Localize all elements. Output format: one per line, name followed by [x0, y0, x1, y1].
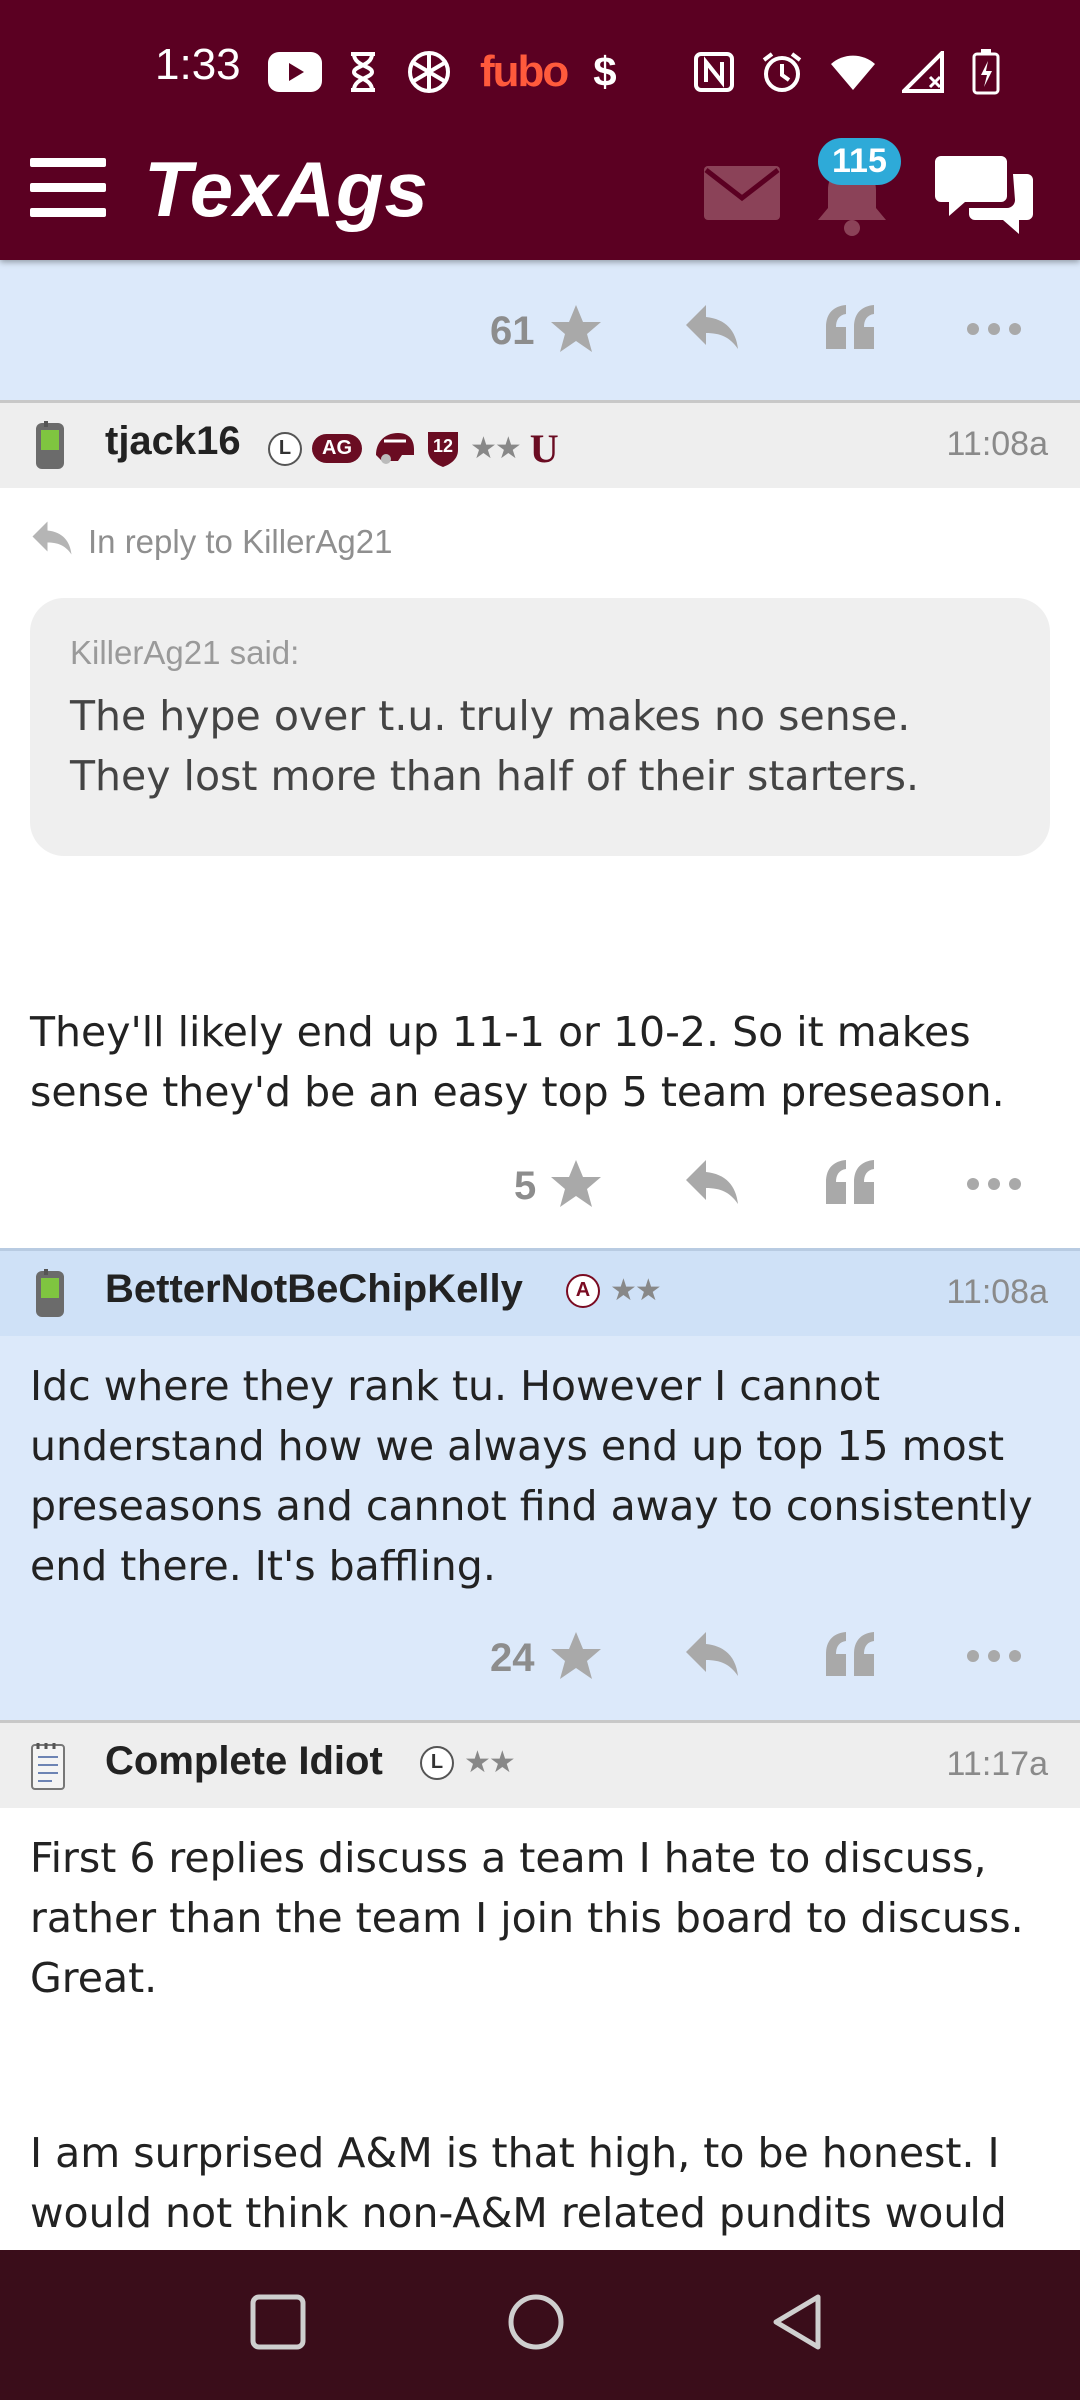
helmet-icon: [372, 429, 416, 469]
hourglass-icon: [348, 44, 378, 100]
rank-stars: ★★: [470, 431, 522, 466]
openai-icon: [404, 44, 454, 100]
star-icon[interactable]: [550, 1630, 602, 1686]
post-actions: 24: [0, 1622, 1080, 1702]
more-icon[interactable]: [966, 1648, 1022, 1667]
star-count: 5: [514, 1164, 537, 1208]
texags-logo[interactable]: TexAgs: [144, 144, 429, 235]
username[interactable]: tjack16: [105, 419, 241, 464]
more-icon[interactable]: [966, 321, 1022, 340]
phone-icon: [34, 1269, 66, 1323]
post-time: 11:08a: [946, 425, 1048, 463]
home-button[interactable]: [506, 2292, 566, 2356]
username[interactable]: Complete Idiot: [105, 1739, 383, 1784]
reply-icon[interactable]: [684, 1158, 740, 1210]
post-body: Idc where they rank tu. However I cannot…: [30, 1362, 1033, 1590]
signal-icon: [902, 44, 946, 100]
status-bar: 1:33 fubo $: [0, 0, 1080, 145]
star-icon[interactable]: [550, 1158, 602, 1214]
phone-icon: [34, 421, 66, 475]
star-count: 24: [490, 1636, 535, 1680]
post-complete-idiot: Complete Idiot L ★★ 11:17a First 6 repli…: [0, 1720, 1080, 2250]
shield-12-icon: 12: [426, 430, 460, 468]
status-time: 1:33: [155, 40, 241, 89]
app-top-bar: 1:33 fubo $ TexAgs 115: [0, 0, 1080, 260]
post-actions: 61: [0, 295, 1080, 375]
post-header: BetterNotBeChipKelly A ★★ 11:08a: [0, 1248, 1080, 1336]
recents-button[interactable]: [248, 2292, 308, 2356]
post-betternotbechipkelly: BetterNotBeChipKelly A ★★ 11:08a Idc whe…: [0, 1248, 1080, 1720]
quote-text: The hype over t.u. truly makes no sense.…: [70, 692, 919, 800]
wifi-icon: [830, 44, 876, 100]
mail-icon[interactable]: [704, 166, 780, 224]
post-body: They'll likely end up 11-1 or 10-2. So i…: [30, 1008, 1005, 1116]
more-icon[interactable]: [966, 1176, 1022, 1195]
reply-icon[interactable]: [684, 1630, 740, 1682]
fubo-icon: fubo: [480, 44, 569, 100]
rank-stars: ★★: [464, 1745, 516, 1780]
reply-icon[interactable]: [684, 303, 740, 355]
reply-to-text: In reply to KillerAg21: [88, 523, 393, 560]
battery-icon: [972, 44, 1000, 100]
badge-a: A: [566, 1273, 600, 1308]
chat-icon[interactable]: [935, 152, 1035, 240]
youtube-icon: [268, 44, 322, 100]
quote-icon[interactable]: [824, 1158, 876, 1210]
alarm-icon: [760, 44, 804, 100]
nfc-icon: [694, 44, 734, 100]
in-reply-to-link[interactable]: In reply to KillerAg21: [30, 520, 393, 564]
app-header: TexAgs 115: [0, 130, 1080, 260]
post-time: 11:17a: [946, 1745, 1048, 1783]
post-actions: 5: [0, 1150, 1080, 1230]
system-navigation-bar: [0, 2250, 1080, 2400]
star-count: 61: [490, 309, 535, 353]
quote-icon[interactable]: [824, 303, 876, 355]
menu-icon[interactable]: [30, 158, 106, 218]
post-header: Complete Idiot L ★★ 11:17a: [0, 1720, 1080, 1808]
back-button[interactable]: [768, 2292, 828, 2356]
quote-author: KillerAg21 said:: [70, 634, 300, 671]
post-tjack16: tjack16 L AG 12 ★★ U 11:08a In reply to …: [0, 400, 1080, 1248]
reply-icon: [30, 520, 74, 564]
badge-l: L: [420, 1745, 454, 1780]
badge-u: U: [529, 426, 559, 471]
shield-12-label: 12: [432, 435, 454, 456]
dollar-icon: $: [593, 44, 616, 100]
post-previous: 61: [0, 260, 1080, 400]
quote-icon[interactable]: [824, 1630, 876, 1682]
post-body-paragraph-1: First 6 replies discuss a team I hate to…: [30, 1834, 1024, 2002]
badge-l: L: [268, 431, 302, 466]
notepad-icon: [28, 1741, 68, 1795]
star-icon[interactable]: [550, 303, 602, 359]
username[interactable]: BetterNotBeChipKelly: [105, 1267, 523, 1312]
quote-block: KillerAg21 said: The hype over t.u. trul…: [30, 598, 1050, 856]
post-body-paragraph-2: I am surprised A&M is that high, to be h…: [30, 2129, 1007, 2237]
post-header: tjack16 L AG 12 ★★ U 11:08a: [0, 400, 1080, 488]
dollar-label: $: [593, 48, 617, 95]
rank-stars: ★★: [610, 1273, 662, 1308]
badge-ag: AG: [312, 434, 362, 463]
fubo-label: fubo: [480, 47, 569, 96]
post-time: 11:08a: [946, 1273, 1048, 1311]
notification-count-badge[interactable]: 115: [818, 138, 901, 185]
